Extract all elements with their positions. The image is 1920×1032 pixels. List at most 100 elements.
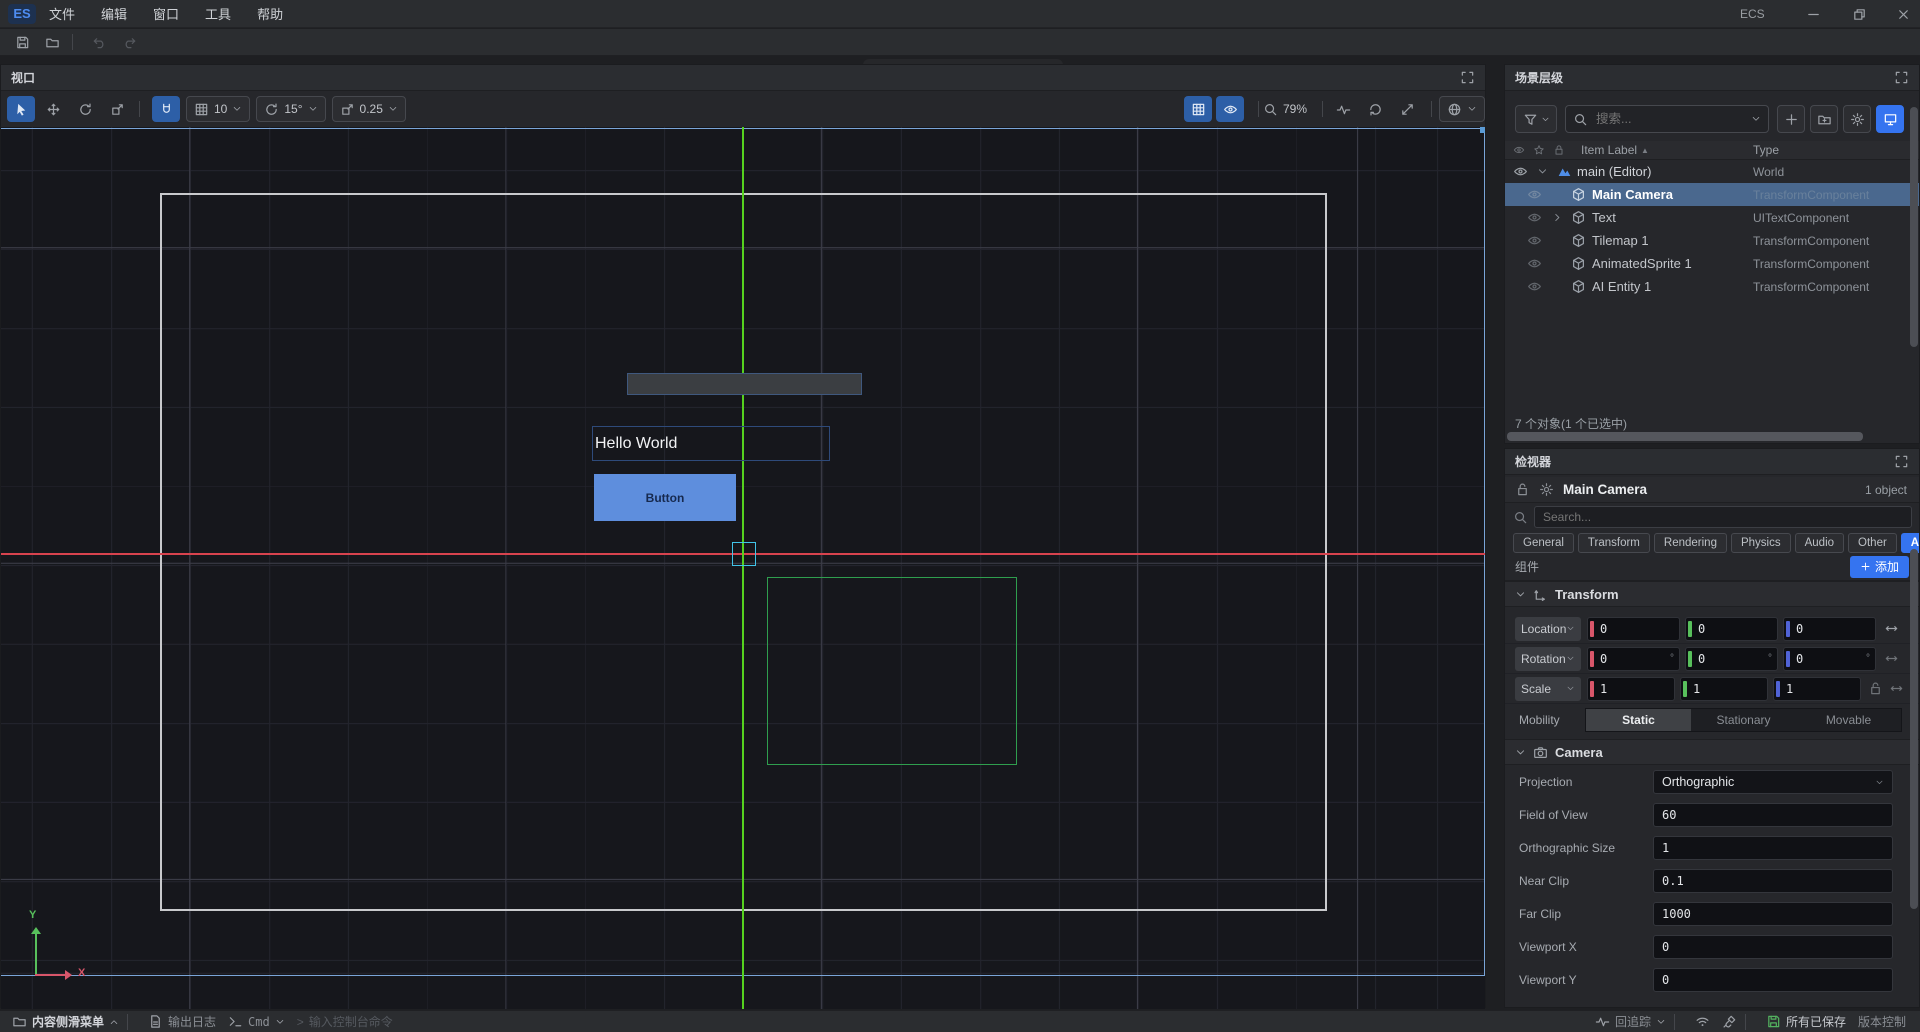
viewport-y-field[interactable] (1653, 968, 1893, 992)
add-entity-button[interactable] (1777, 105, 1805, 133)
rotation-x-field[interactable]: ° (1587, 647, 1680, 671)
link-values-icon[interactable] (1884, 621, 1899, 636)
visibility-icon[interactable] (1527, 233, 1542, 248)
fit-view-button[interactable] (1393, 96, 1421, 122)
new-folder-button[interactable] (1810, 105, 1838, 133)
hierarchy-row-tilemap[interactable]: Tilemap 1 TransformComponent (1505, 229, 1919, 252)
rotate-snap-dropdown[interactable]: 15° (256, 96, 325, 122)
network-status-button[interactable] (1695, 1014, 1710, 1029)
tab-rendering[interactable]: Rendering (1654, 533, 1727, 553)
tab-general[interactable]: General (1513, 533, 1574, 553)
rotation-z-field[interactable]: ° (1783, 647, 1876, 671)
visibility-icon[interactable] (1513, 164, 1528, 179)
horizontal-scrollbar[interactable] (1507, 432, 1863, 441)
visibility-icon[interactable] (1527, 187, 1542, 202)
rotation-y-field[interactable]: ° (1685, 647, 1778, 671)
expand-panel-icon[interactable] (1894, 70, 1909, 85)
tab-physics[interactable]: Physics (1731, 533, 1791, 553)
fov-field[interactable] (1653, 803, 1893, 827)
link-values-icon[interactable] (1889, 681, 1904, 696)
hierarchy-search-input[interactable] (1594, 111, 1745, 127)
move-tool[interactable] (39, 96, 67, 122)
near-clip-field[interactable] (1653, 869, 1893, 893)
hierarchy-row-text[interactable]: Text UITextComponent (1505, 206, 1919, 229)
vertical-scrollbar[interactable] (1910, 549, 1918, 909)
selection-gizmo[interactable] (732, 542, 756, 566)
scale-snap-dropdown[interactable]: 0.25 (332, 96, 406, 122)
expand-panel-icon[interactable] (1460, 70, 1475, 85)
console-input[interactable]: > 输入控制台命令 (297, 1013, 393, 1030)
menu-tools[interactable]: 工具 (192, 0, 244, 28)
projection-select[interactable]: Orthographic (1653, 770, 1893, 794)
lock-toggle-icon[interactable] (1515, 482, 1530, 497)
location-x-field[interactable] (1587, 617, 1680, 641)
rotation-mode-dropdown[interactable]: Rotation (1515, 647, 1581, 671)
menu-window[interactable]: 窗口 (140, 0, 192, 28)
settings-button[interactable] (1843, 105, 1871, 133)
select-tool[interactable] (7, 96, 35, 122)
hierarchy-row-ai-entity[interactable]: AI Entity 1 TransformComponent (1505, 275, 1919, 298)
tab-audio[interactable]: Audio (1795, 533, 1844, 553)
hierarchy-row-main-camera[interactable]: Main Camera TransformComponent (1505, 183, 1919, 206)
expand-panel-icon[interactable] (1894, 454, 1909, 469)
scale-tool[interactable] (103, 96, 131, 122)
chevron-right-icon[interactable] (1552, 212, 1563, 223)
world-dropdown[interactable] (1439, 96, 1485, 122)
location-z-field[interactable] (1783, 617, 1876, 641)
hierarchy-row-animatedsprite[interactable]: AnimatedSprite 1 TransformComponent (1505, 252, 1919, 275)
tab-transform[interactable]: Transform (1578, 533, 1650, 553)
uniform-scale-lock-icon[interactable] (1868, 681, 1883, 696)
save-button[interactable] (10, 31, 34, 53)
mobility-stationary[interactable]: Stationary (1691, 709, 1796, 731)
grid-snap-dropdown[interactable]: 10 (186, 96, 250, 122)
location-y-field[interactable] (1685, 617, 1778, 641)
menu-edit[interactable]: 编辑 (88, 0, 140, 28)
add-component-button[interactable]: 添加 (1850, 556, 1909, 578)
scale-mode-dropdown[interactable]: Scale (1515, 677, 1581, 701)
scene-text-object[interactable]: Hello World (592, 426, 830, 461)
close-button[interactable] (1886, 0, 1920, 28)
link-values-icon[interactable] (1884, 651, 1899, 666)
output-log-button[interactable]: 输出日志 (148, 1013, 216, 1030)
hierarchy-row-main[interactable]: main (Editor) World (1505, 160, 1919, 183)
viewport-x-field[interactable] (1653, 935, 1893, 959)
menu-file[interactable]: 文件 (36, 0, 88, 28)
content-drawer-button[interactable]: 内容侧滑菜单 (12, 1013, 119, 1030)
mobility-movable[interactable]: Movable (1796, 709, 1901, 731)
transform-section-header[interactable]: Transform (1505, 581, 1919, 607)
tab-other[interactable]: Other (1848, 533, 1897, 553)
label-column-header[interactable]: Item Label (1581, 143, 1637, 157)
grid-visibility-toggle[interactable] (1184, 96, 1212, 122)
rotate-tool[interactable] (71, 96, 99, 122)
far-clip-field[interactable] (1653, 902, 1893, 926)
eye-column-icon[interactable] (1513, 144, 1525, 156)
redo-button[interactable] (117, 31, 141, 53)
snap-toggle[interactable] (152, 96, 180, 122)
type-column-header[interactable]: Type (1753, 143, 1779, 157)
star-column-icon[interactable] (1533, 144, 1545, 156)
guide-handle[interactable] (1480, 127, 1485, 133)
sort-asc-icon[interactable]: ▲ (1641, 146, 1649, 155)
scene-green-region[interactable] (767, 577, 1017, 765)
ortho-size-field[interactable] (1653, 836, 1893, 860)
mobility-static[interactable]: Static (1586, 709, 1691, 731)
scene-button-object[interactable]: Button (594, 474, 736, 521)
viewport-titlebar[interactable]: 视口 (1, 65, 1485, 91)
hierarchy-search[interactable] (1565, 105, 1769, 133)
scene-slider-object[interactable] (627, 373, 862, 395)
filter-button[interactable] (1515, 105, 1557, 133)
gear-icon[interactable] (1539, 482, 1554, 497)
reset-view-button[interactable] (1361, 96, 1389, 122)
scale-x-field[interactable] (1587, 677, 1675, 701)
trace-dropdown[interactable]: 回追踪 (1595, 1013, 1666, 1030)
stats-toggle[interactable] (1329, 96, 1357, 122)
save-status[interactable]: 所有已保存 (1766, 1013, 1846, 1030)
scale-z-field[interactable] (1773, 677, 1861, 701)
minimize-button[interactable] (1796, 0, 1830, 28)
chevron-down-icon[interactable] (1537, 166, 1548, 177)
visibility-icon[interactable] (1527, 256, 1542, 271)
viewport-link-button[interactable] (1876, 105, 1904, 133)
inspector-search-input[interactable] (1534, 506, 1912, 528)
camera-section-header[interactable]: Camera (1505, 739, 1919, 765)
version-control-button[interactable]: 版本控制 (1858, 1013, 1906, 1030)
